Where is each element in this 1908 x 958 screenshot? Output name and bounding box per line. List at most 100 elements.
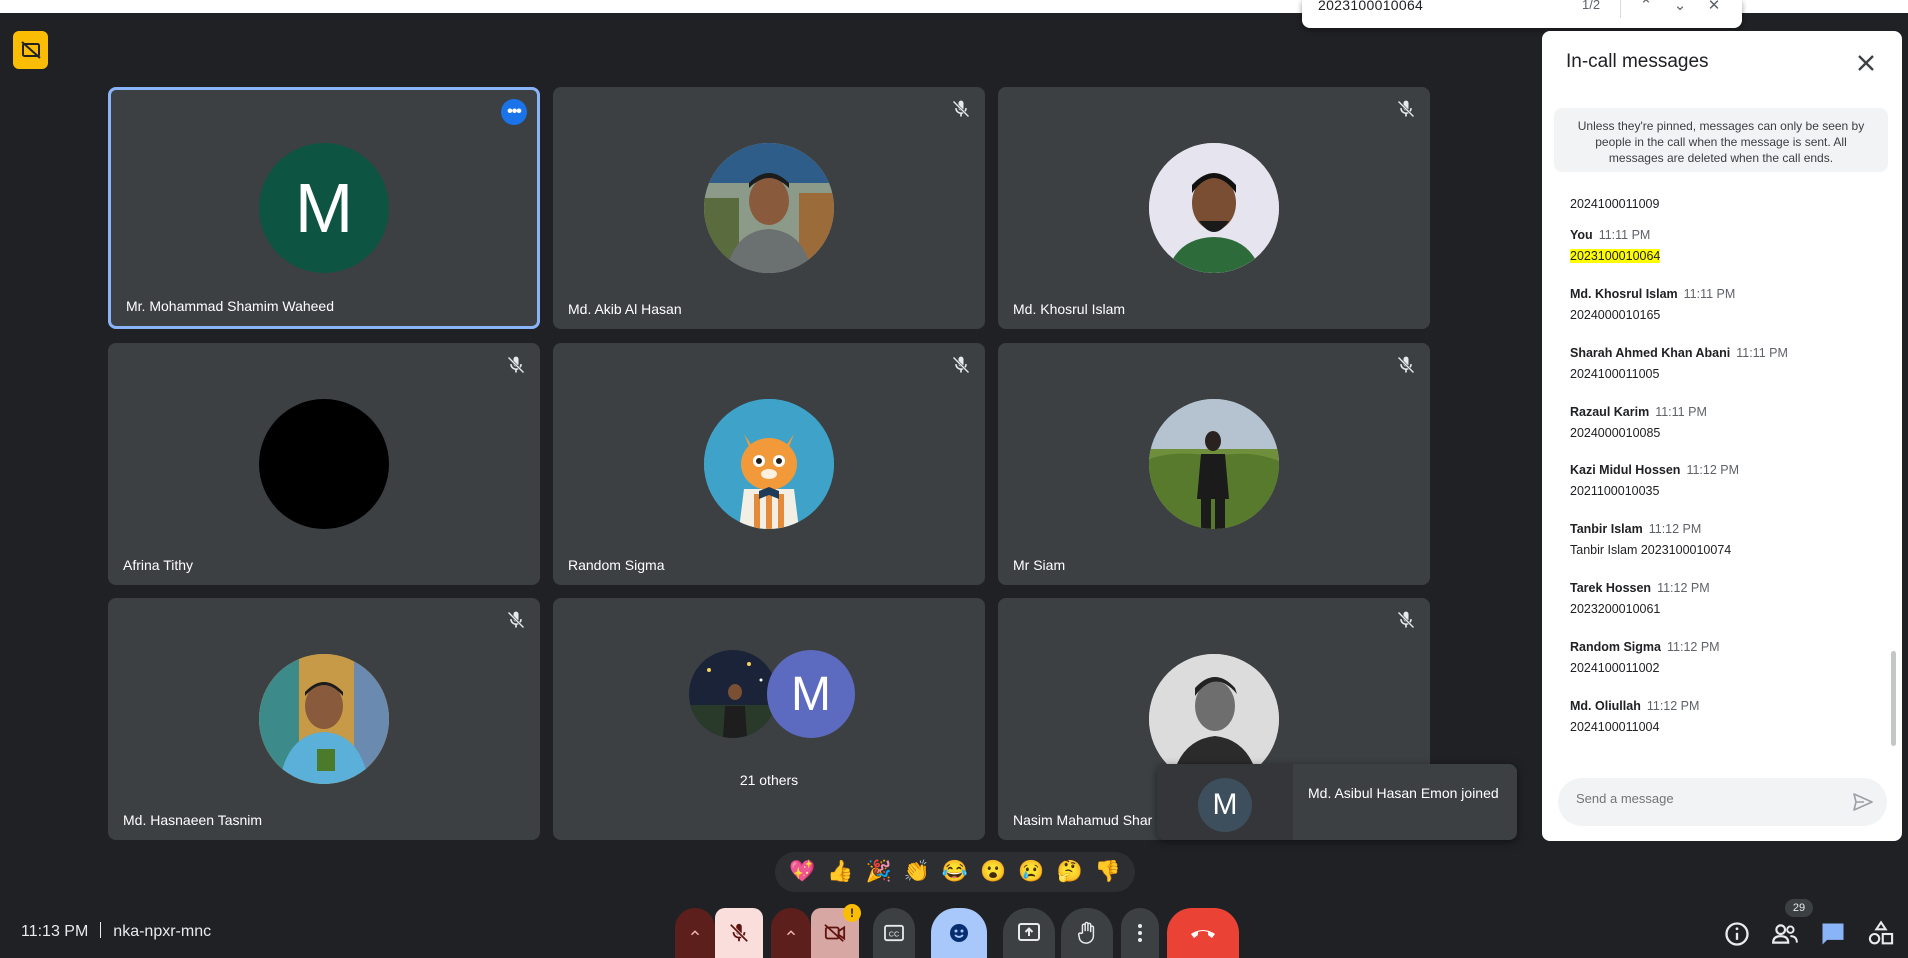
- chat-icon[interactable]: [1819, 920, 1847, 948]
- video-options-button[interactable]: [771, 908, 811, 958]
- reaction-sparkling-heart[interactable]: 💖: [789, 860, 815, 884]
- camera-off-icon: [824, 924, 846, 942]
- message-scrollbar[interactable]: [1891, 651, 1896, 746]
- message-text: 2024100011009: [1570, 197, 1660, 211]
- avatar-letter: M: [791, 667, 831, 721]
- svg-text:CC: CC: [889, 930, 899, 939]
- avatar: [1149, 143, 1279, 273]
- message-sender: Md. Khosrul Islam: [1570, 287, 1678, 301]
- find-close-icon[interactable]: ✕: [1704, 0, 1724, 14]
- send-icon[interactable]: [1851, 790, 1875, 814]
- raise-hand-button[interactable]: [1061, 908, 1113, 958]
- avatar: M: [259, 143, 389, 273]
- participant-count-badge: 29: [1785, 899, 1813, 917]
- reaction-surprised[interactable]: 😮: [980, 860, 1006, 884]
- close-panel-icon[interactable]: [1852, 49, 1880, 77]
- current-time: 11:13 PM: [21, 923, 89, 940]
- activities-icon[interactable]: [1867, 920, 1895, 948]
- message-time: 11:12 PM: [1657, 581, 1710, 595]
- participant-tile[interactable]: Md. Hasnaeen Tasnim: [108, 598, 540, 840]
- reactions-bar: 💖 👍 🎉 👏 😂 😮 😢 🤔 👎: [775, 852, 1135, 892]
- more-options-button[interactable]: [1121, 908, 1159, 958]
- join-message: Md. Asibul Hasan Emon joined: [1308, 785, 1499, 801]
- join-notification: M Md. Asibul Hasan Emon joined: [1157, 764, 1517, 840]
- avatar: [1149, 399, 1279, 529]
- reaction-sad[interactable]: 😢: [1018, 860, 1044, 884]
- leave-call-button[interactable]: [1167, 908, 1239, 958]
- message-sender: Random Sigma: [1570, 640, 1661, 654]
- meeting-code: nka-npxr-mnc: [113, 923, 212, 940]
- message-text: 2024000010085: [1570, 426, 1661, 440]
- find-divider: [1620, 0, 1621, 18]
- message-time: 11:11 PM: [1655, 405, 1707, 419]
- mic-off-icon: [1397, 356, 1415, 374]
- message-time: 11:11 PM: [1598, 228, 1651, 242]
- meeting-info: 11:13 PM nka-npxr-mnc: [21, 922, 211, 941]
- reaction-thinking[interactable]: 🤔: [1057, 860, 1083, 884]
- message-list[interactable]: 2024100011009 You 11:11 PM 2023100010064 …: [1542, 186, 1902, 778]
- participant-name: Md. Akib Al Hasan: [568, 301, 682, 317]
- people-icon[interactable]: [1771, 920, 1799, 948]
- messages-notice: Unless they're pinned, messages can only…: [1554, 108, 1888, 172]
- participant-name: Md. Hasnaeen Tasnim: [123, 812, 263, 828]
- message-text: 2023200010061: [1570, 602, 1661, 616]
- mic-off-icon: [952, 356, 970, 374]
- chevron-up-icon: [690, 930, 700, 936]
- mic-off-icon: [1397, 611, 1415, 629]
- info-icon[interactable]: [1723, 920, 1751, 948]
- message-sender: You: [1570, 228, 1593, 242]
- message-item: Kazi Midul Hossen 11:12 PM 2021100010035: [1570, 462, 1739, 498]
- message-text: Tanbir Islam 2023100010074: [1570, 543, 1732, 557]
- find-query[interactable]: 2023100010064: [1318, 0, 1423, 13]
- reaction-thumbs-down[interactable]: 👎: [1095, 860, 1121, 884]
- participant-name: Md. Khosrul Islam: [1013, 301, 1126, 317]
- message-text: 2024100011002: [1570, 661, 1660, 675]
- end-call-icon: [1191, 930, 1215, 938]
- participant-name: Mr. Mohammad Shamim Waheed: [126, 298, 334, 314]
- message-item: Random Sigma 11:12 PM 2024100011002: [1570, 639, 1720, 675]
- find-prev-icon[interactable]: ⌃: [1636, 0, 1656, 14]
- reaction-thumbs-up[interactable]: 👍: [827, 860, 853, 884]
- audio-options-button[interactable]: [675, 908, 715, 958]
- bottom-bar: 11:13 PM nka-npxr-mnc ! CC: [0, 904, 1908, 958]
- avatar: [259, 399, 389, 529]
- panel-title: In-call messages: [1566, 51, 1709, 72]
- participant-tile[interactable]: Md. Akib Al Hasan: [553, 87, 985, 329]
- participant-name: Random Sigma: [568, 557, 665, 573]
- more-options-button[interactable]: •••: [501, 99, 527, 125]
- captions-button[interactable]: CC: [873, 908, 915, 958]
- message-input[interactable]: [1574, 790, 1838, 807]
- more-vert-icon: [1138, 924, 1142, 942]
- message-item: Tarek Hossen 11:12 PM 2023200010061: [1570, 580, 1710, 616]
- participant-tile[interactable]: Mr Siam: [998, 343, 1430, 585]
- reactions-button[interactable]: [931, 908, 987, 958]
- reaction-party-popper[interactable]: 🎉: [865, 860, 891, 884]
- message-item: 2024100011009: [1570, 186, 1659, 211]
- mic-off-icon: [507, 356, 525, 374]
- avatar: [689, 650, 777, 738]
- present-button[interactable]: [1003, 908, 1055, 958]
- compose-box: [1558, 778, 1887, 826]
- reaction-clapping[interactable]: 👏: [904, 860, 930, 884]
- message-sender: Tanbir Islam: [1570, 522, 1643, 536]
- microphone-button[interactable]: [715, 908, 763, 958]
- participant-tile[interactable]: Md. Khosrul Islam: [998, 87, 1430, 329]
- others-tile[interactable]: M 21 others: [553, 598, 985, 840]
- emoji-icon: [950, 924, 968, 942]
- message-item: Razaul Karim 11:11 PM 2024000010085: [1570, 404, 1707, 440]
- message-sender: Kazi Midul Hossen: [1570, 463, 1681, 477]
- cut-off-header: [1570, 186, 1659, 190]
- participant-name: Mr Siam: [1013, 557, 1066, 573]
- message-text: 2024000010165: [1570, 308, 1661, 322]
- participant-tile[interactable]: Afrina Tithy: [108, 343, 540, 585]
- find-next-icon[interactable]: ⌄: [1670, 0, 1690, 14]
- participant-tile[interactable]: Random Sigma: [553, 343, 985, 585]
- chevron-up-icon: [786, 930, 796, 936]
- participant-tile[interactable]: M ••• Mr. Mohammad Shamim Waheed: [108, 87, 540, 329]
- avatar: [704, 399, 834, 529]
- message-time: 11:12 PM: [1648, 522, 1702, 536]
- reaction-laughing[interactable]: 😂: [942, 860, 968, 884]
- no-recording-badge-icon[interactable]: [13, 31, 48, 69]
- message-text: 2021100010035: [1570, 484, 1660, 498]
- message-text: 2023100010064: [1570, 249, 1661, 263]
